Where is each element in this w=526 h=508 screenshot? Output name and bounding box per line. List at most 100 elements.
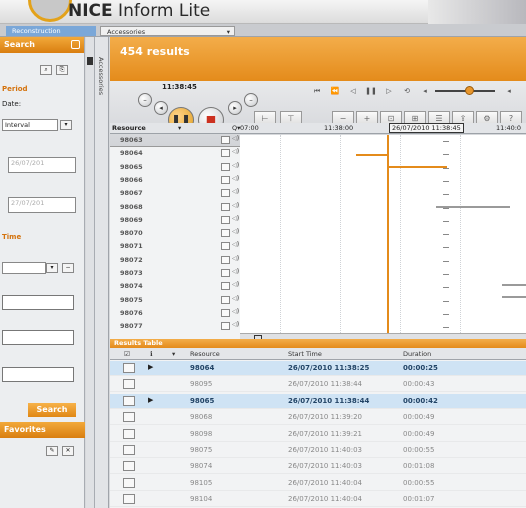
resource-row[interactable]: 98077 ◁) xyxy=(110,321,526,332)
step-back-icon[interactable]: ◂ xyxy=(154,101,168,115)
recording-bar[interactable] xyxy=(502,284,526,286)
recording-icon[interactable] xyxy=(221,149,230,158)
recording-icon[interactable] xyxy=(221,189,230,198)
recording-icon[interactable] xyxy=(123,412,135,423)
current-time-marker[interactable] xyxy=(387,135,389,333)
resource-row[interactable]: 98066 ◁) xyxy=(110,175,526,186)
speaker-icon[interactable]: ◁) xyxy=(232,135,239,142)
skip-start-icon[interactable]: ⏮ xyxy=(310,85,324,97)
resource-row[interactable]: 98075 ◁) xyxy=(110,295,526,306)
sort-icon[interactable]: ▾ xyxy=(172,350,175,358)
speaker-icon[interactable]: ◁) xyxy=(232,295,239,302)
resource-row[interactable]: 98072 ◁) xyxy=(110,255,526,266)
step-forward-icon[interactable]: ▸ xyxy=(228,101,242,115)
rewind-icon[interactable]: – xyxy=(138,93,152,107)
resource-select[interactable] xyxy=(2,262,46,274)
speaker-icon[interactable]: ◁) xyxy=(232,255,239,262)
recording-icon[interactable] xyxy=(221,136,230,144)
resource-field-1[interactable] xyxy=(2,295,74,310)
speaker-icon[interactable]: ◁) xyxy=(232,308,239,315)
recording-icon[interactable] xyxy=(123,379,135,390)
recording-icon[interactable] xyxy=(123,395,135,406)
start-time-column[interactable]: Start Time xyxy=(288,350,322,358)
speaker-icon[interactable]: ◁) xyxy=(232,202,239,209)
recording-icon[interactable] xyxy=(221,295,230,304)
recording-icon[interactable] xyxy=(123,461,135,472)
speaker-icon[interactable]: ◁) xyxy=(232,321,239,328)
recording-icon[interactable] xyxy=(221,229,230,238)
recording-icon[interactable] xyxy=(123,363,135,373)
table-row[interactable]: 98095 26/07/2010 11:38:44 00:00:43 xyxy=(110,377,526,393)
recording-icon[interactable] xyxy=(123,428,135,439)
resource-field-2[interactable] xyxy=(2,330,74,345)
close-icon[interactable]: ✕ xyxy=(62,446,74,456)
resource-row[interactable]: 98067 ◁) xyxy=(110,188,526,199)
table-row[interactable]: ▶ 98065 26/07/2010 11:38:44 00:00:42 xyxy=(110,393,526,409)
loop-icon[interactable]: ⟲ xyxy=(400,85,414,97)
prev-icon[interactable]: ◁ xyxy=(346,85,360,97)
speaker-icon[interactable]: ◁) xyxy=(232,241,239,248)
speaker-icon[interactable]: ◁) xyxy=(232,228,239,235)
speaker-icon[interactable]: ◁) xyxy=(232,215,239,222)
recording-icon[interactable] xyxy=(221,202,230,211)
resource-row[interactable]: 98076 ◁) xyxy=(110,308,526,319)
recording-icon[interactable] xyxy=(123,494,135,505)
recording-icon[interactable] xyxy=(221,322,230,331)
tab-reconstruction[interactable]: Reconstruction xyxy=(6,26,96,36)
recording-icon[interactable] xyxy=(221,162,230,171)
duration-column[interactable]: Duration xyxy=(403,350,431,358)
table-row[interactable]: 98098 26/07/2010 11:39:21 00:00:49 xyxy=(110,427,526,442)
speaker-icon[interactable]: ◁) xyxy=(232,281,239,288)
play-icon[interactable]: ▷ xyxy=(382,85,396,97)
chevron-down-icon[interactable]: ▾ xyxy=(46,263,58,273)
chevron-down-icon[interactable]: ▾ xyxy=(227,27,230,37)
accessories-strip[interactable]: Accessories xyxy=(95,37,109,508)
recording-icon[interactable] xyxy=(221,308,230,317)
table-row[interactable]: ▶ 98064 26/07/2010 11:38:25 00:00:25 xyxy=(110,361,526,376)
speaker-icon[interactable]: ◁) xyxy=(232,188,239,195)
pause-icon[interactable]: ❚❚ xyxy=(364,85,378,97)
sort-icon[interactable]: ▾ xyxy=(178,124,181,132)
recording-icon[interactable] xyxy=(221,282,230,291)
speaker-icon[interactable]: ◁) xyxy=(232,175,239,182)
recording-bar[interactable] xyxy=(387,166,447,168)
to-date-field[interactable]: 27/07/201 xyxy=(8,197,76,213)
minus-icon[interactable]: − xyxy=(62,263,74,273)
recording-icon[interactable] xyxy=(221,269,230,277)
table-row[interactable]: 98075 26/07/2010 11:40:03 00:00:55 xyxy=(110,443,526,458)
fast-forward-icon[interactable]: – xyxy=(244,93,258,107)
search-tool-icon[interactable]: ⌕ xyxy=(40,65,52,75)
speaker-icon[interactable]: ◁) xyxy=(232,162,239,169)
resource-column-header[interactable]: Resource xyxy=(112,124,146,132)
scroll-thumb[interactable] xyxy=(87,57,93,65)
clear-tool-icon[interactable]: ⎘ xyxy=(56,65,68,75)
resource-row[interactable]: 98063 ◁) xyxy=(110,135,526,146)
date-select[interactable]: Interval xyxy=(2,119,58,131)
recording-bar[interactable] xyxy=(356,154,388,156)
recording-icon[interactable] xyxy=(221,242,230,251)
volume-knob[interactable] xyxy=(465,86,474,95)
recording-icon[interactable] xyxy=(221,215,230,224)
resource-column[interactable]: Resource xyxy=(190,350,220,358)
recording-icon[interactable] xyxy=(221,175,230,184)
rewind-icon[interactable]: ⏪ xyxy=(328,85,342,97)
table-row[interactable]: 98068 26/07/2010 11:39:20 00:00:49 xyxy=(110,410,526,426)
select-all-checkbox[interactable]: ☑ xyxy=(124,350,130,358)
resource-field-3[interactable] xyxy=(2,367,74,382)
resource-row[interactable]: 98071 ◁) xyxy=(110,241,526,252)
table-row[interactable]: 98104 26/07/2010 11:40:04 00:01:07 xyxy=(110,492,526,508)
tab-accessories[interactable]: Accessories ▾ xyxy=(100,26,235,36)
resource-row[interactable]: 98069 ◁) xyxy=(110,215,526,226)
table-row[interactable]: 98105 26/07/2010 11:40:04 00:00:55 xyxy=(110,476,526,491)
speaker-icon[interactable]: ◁) xyxy=(232,268,239,275)
recording-icon[interactable] xyxy=(123,445,135,455)
volume-max-icon[interactable]: ◂ xyxy=(502,85,516,97)
speaker-icon[interactable]: ◁) xyxy=(232,148,239,155)
chevron-down-icon[interactable]: ▾ xyxy=(60,120,72,130)
recording-icon[interactable] xyxy=(221,255,230,264)
recording-icon[interactable] xyxy=(123,477,135,488)
resource-row[interactable]: 98073 ◁) xyxy=(110,268,526,279)
resource-row[interactable]: 98070 ◁) xyxy=(110,228,526,239)
recording-bar[interactable] xyxy=(436,206,510,208)
search-button[interactable]: Search xyxy=(28,403,76,417)
